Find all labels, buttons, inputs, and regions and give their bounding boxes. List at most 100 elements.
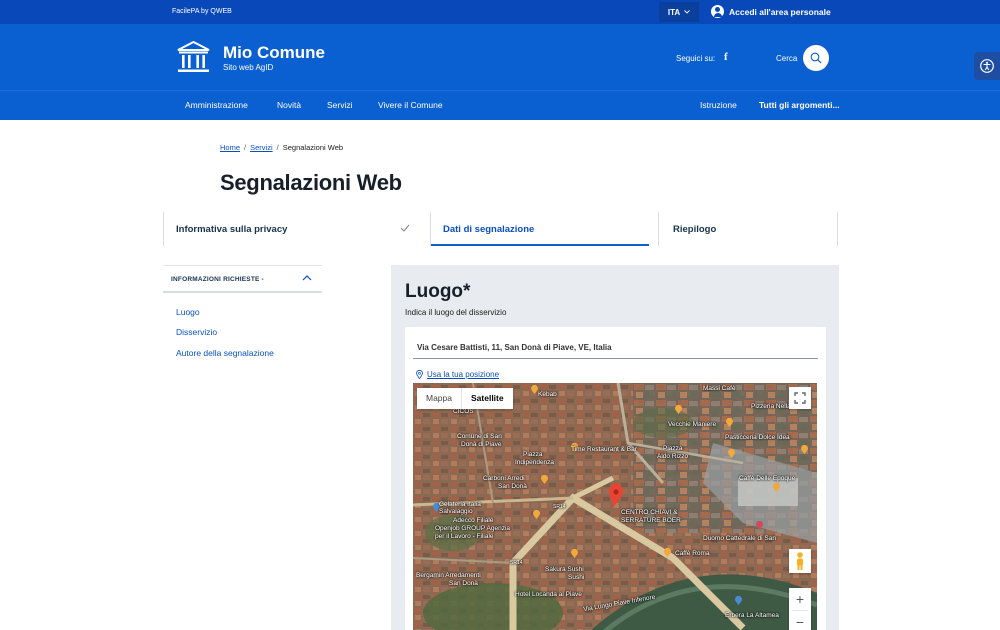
main-navigation: Amministrazione Novità Servizi Vivere il… bbox=[0, 90, 1000, 120]
map-label: Indipendenza bbox=[515, 459, 555, 466]
location-pin-icon bbox=[416, 370, 423, 379]
road-label: SR14 bbox=[510, 560, 523, 566]
map-label: Aldo Rizzo bbox=[657, 453, 689, 460]
step-riepilogo-label: Riepilogo bbox=[673, 224, 717, 235]
map-label: Pasticceria Dolce Idea bbox=[725, 434, 790, 441]
zoom-in-button[interactable]: + bbox=[789, 588, 811, 610]
sidebar-heading: INFORMAZIONI RICHIESTE - bbox=[171, 276, 264, 283]
sidebar-item-autore[interactable]: Autore della segnalazione bbox=[176, 348, 274, 358]
sidebar-item-luogo[interactable]: Luogo bbox=[176, 307, 200, 317]
use-position-label: Usa la tua posizione bbox=[427, 370, 500, 379]
map-label: Duomo Cattedrale di San bbox=[703, 535, 776, 542]
map-type-toggle: Mappa Satellite bbox=[417, 388, 513, 409]
accessibility-button[interactable] bbox=[974, 52, 1000, 80]
map-label: Massi Cafè bbox=[703, 385, 736, 392]
street-view-button[interactable] bbox=[789, 549, 811, 573]
map-label: Kebab bbox=[538, 391, 557, 398]
nav-item-tutti-gli-argomenti[interactable]: Tutti gli argomenti... bbox=[759, 100, 840, 110]
zoom-out-button[interactable]: − bbox=[789, 611, 811, 630]
poi-marker-icon bbox=[735, 596, 742, 605]
breadcrumb-home-link[interactable]: Home bbox=[220, 143, 240, 152]
poi-marker-icon bbox=[728, 449, 735, 458]
login-label: Accedi all'area personale bbox=[729, 6, 831, 17]
site-subtitle: Sito web AgID bbox=[223, 63, 274, 72]
search-label: Cerca bbox=[776, 54, 798, 63]
breadcrumb-services-link[interactable]: Servizi bbox=[250, 143, 273, 152]
check-icon bbox=[400, 224, 410, 232]
active-step-indicator bbox=[431, 244, 649, 246]
language-value: ITA bbox=[667, 7, 681, 17]
zoom-controls: + − bbox=[789, 588, 811, 630]
breadcrumb: Home / Servizi / Segnalazioni Web bbox=[220, 143, 344, 152]
login-link[interactable]: Accedi all'area personale bbox=[711, 5, 831, 18]
map-label: Sushi bbox=[568, 574, 585, 581]
poi-marker-icon bbox=[801, 445, 808, 454]
section-title: Luogo* bbox=[405, 281, 471, 302]
progress-steps: Informativa sulla privacy Dati di segnal… bbox=[163, 212, 838, 246]
poi-marker-icon bbox=[533, 510, 540, 519]
map-label: Piazza bbox=[523, 451, 543, 458]
fullscreen-icon bbox=[794, 392, 806, 404]
language-selector[interactable]: ITA bbox=[659, 2, 699, 22]
sidebar-item-disservizio[interactable]: Disservizio bbox=[176, 327, 217, 337]
map-label: Caffè Roma bbox=[675, 550, 710, 557]
user-icon bbox=[711, 5, 724, 18]
fullscreen-button[interactable] bbox=[789, 387, 811, 409]
map-tab-satellite[interactable]: Satellite bbox=[461, 388, 513, 409]
poi-marker-icon bbox=[773, 483, 780, 492]
facebook-icon[interactable]: f bbox=[724, 51, 728, 63]
map-label: Bergamin Arredamenti bbox=[416, 572, 481, 579]
pegman-icon bbox=[797, 552, 803, 570]
nav-item-amministrazione[interactable]: Amministrazione bbox=[185, 100, 248, 110]
step-riepilogo[interactable]: Riepilogo bbox=[659, 212, 838, 246]
map-label: Carboni Arredi bbox=[483, 475, 525, 482]
municipality-logo-icon[interactable] bbox=[176, 40, 211, 75]
step-dati-label: Dati di segnalazione bbox=[443, 224, 535, 235]
page-title: Segnalazioni Web bbox=[220, 170, 402, 195]
map-label: Adecco Filiale bbox=[453, 517, 494, 524]
map-label: SERRATURE BOER bbox=[621, 517, 681, 524]
map-label: Time Restaurant & Bar bbox=[571, 446, 637, 453]
chevron-down-icon bbox=[684, 10, 690, 14]
site-header: Mio Comune Sito web AgID Seguici su: f C… bbox=[0, 24, 1000, 90]
nav-item-novita[interactable]: Novità bbox=[277, 100, 301, 110]
map-label: Pizzeria Nella bbox=[751, 403, 791, 410]
search-button[interactable] bbox=[803, 45, 829, 71]
map-label: Caffè Delle Epoque bbox=[739, 475, 796, 482]
chevron-up-icon bbox=[302, 275, 312, 281]
map-label: Erbera La Altamea bbox=[725, 612, 779, 619]
map-label: Donà di Piave bbox=[461, 441, 502, 448]
use-position-link[interactable]: Usa la tua posizione bbox=[416, 370, 499, 379]
map-label: CICOS bbox=[453, 408, 474, 415]
search-icon bbox=[810, 52, 822, 64]
poi-marker-icon bbox=[541, 475, 548, 484]
nav-item-servizi[interactable]: Servizi bbox=[327, 100, 353, 110]
nav-item-vivere-il-comune[interactable]: Vivere il Comune bbox=[378, 100, 443, 110]
step-privacy[interactable]: Informativa sulla privacy bbox=[163, 212, 430, 246]
brand-label[interactable]: FacilePA by QWEB bbox=[172, 8, 232, 15]
poi-marker-icon bbox=[571, 549, 578, 558]
map-label: San Donà bbox=[449, 580, 478, 587]
top-bar: FacilePA by QWEB ITA Accedi all'area per… bbox=[0, 0, 1000, 24]
accessibility-icon bbox=[980, 59, 994, 73]
map-label: Comune di San bbox=[457, 433, 502, 440]
poi-marker-icon bbox=[756, 521, 763, 530]
map-view[interactable]: Massi Cafè Kebab CICOS Pizzeria Nella Co… bbox=[413, 383, 817, 630]
poi-marker-icon bbox=[726, 418, 733, 427]
address-input[interactable]: Via Cesare Battisti, 11, San Donà di Pia… bbox=[417, 343, 612, 352]
map-label: per il Lavoro - Filiale bbox=[435, 533, 494, 540]
map-tab-mappa[interactable]: Mappa bbox=[417, 388, 461, 409]
poi-marker-icon bbox=[531, 385, 538, 394]
road-label: SR14 bbox=[553, 504, 566, 510]
nav-item-istruzione[interactable]: Istruzione bbox=[700, 100, 737, 110]
map-label: CENTRO CHIAVI & bbox=[621, 509, 678, 516]
breadcrumb-current: Segnalazioni Web bbox=[282, 143, 344, 152]
step-dati-segnalazione[interactable]: Dati di segnalazione bbox=[431, 212, 658, 246]
step-privacy-label: Informativa sulla privacy bbox=[176, 224, 288, 235]
sidebar-toggle[interactable]: INFORMAZIONI RICHIESTE - bbox=[163, 265, 322, 293]
follow-label: Seguici su: bbox=[676, 54, 716, 63]
map-label: Openjob GROUP Agenzia bbox=[435, 525, 511, 532]
map-label: Hotel Locanda al Piave bbox=[515, 591, 582, 598]
site-title[interactable]: Mio Comune bbox=[223, 43, 325, 63]
map-label: San Donà bbox=[498, 483, 527, 490]
